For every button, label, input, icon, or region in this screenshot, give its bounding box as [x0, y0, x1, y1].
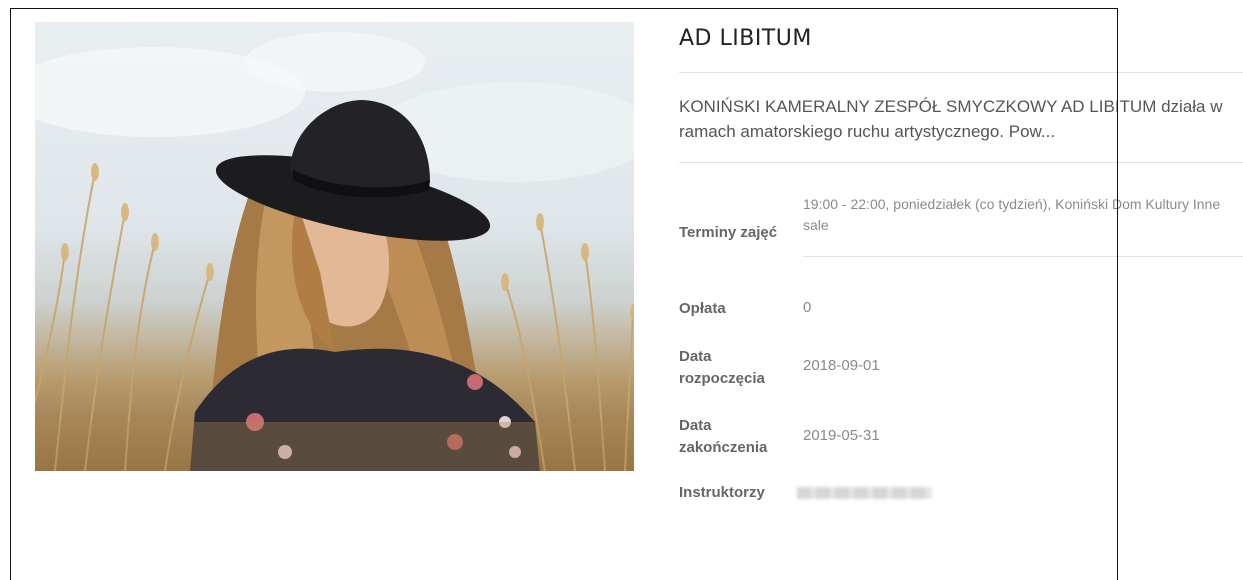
schedule-divider [803, 256, 1243, 257]
start-date-value: 2018-09-01 [803, 357, 880, 374]
title-divider [679, 72, 1243, 73]
course-title: AD LIBITUM [679, 26, 812, 51]
description-divider [679, 162, 1243, 163]
frame-right-border [1117, 8, 1118, 580]
frame-left-border [10, 8, 11, 580]
instructors-value-redacted [797, 487, 931, 499]
course-photo [35, 22, 634, 471]
schedule-value: 19:00 - 22:00, poniedziałek (co tydzień)… [803, 196, 1221, 233]
schedule-label: Terminy zajęć [679, 224, 778, 241]
fee-label: Opłata [679, 300, 726, 317]
start-date-label-line1: Data [679, 348, 712, 365]
end-date-label-line2: zakończenia [679, 439, 768, 456]
start-date-label-line2: rozpoczęcia [679, 370, 765, 387]
instructors-label: Instruktorzy [679, 484, 765, 501]
course-description: KONIŃSKI KAMERALNY ZESPÓŁ SMYCZKOWY AD L… [679, 97, 1223, 141]
frame-top-border [10, 8, 1118, 9]
end-date-value: 2019-05-31 [803, 427, 880, 444]
end-date-label-line1: Data [679, 417, 712, 434]
fee-value: 0 [803, 299, 812, 316]
